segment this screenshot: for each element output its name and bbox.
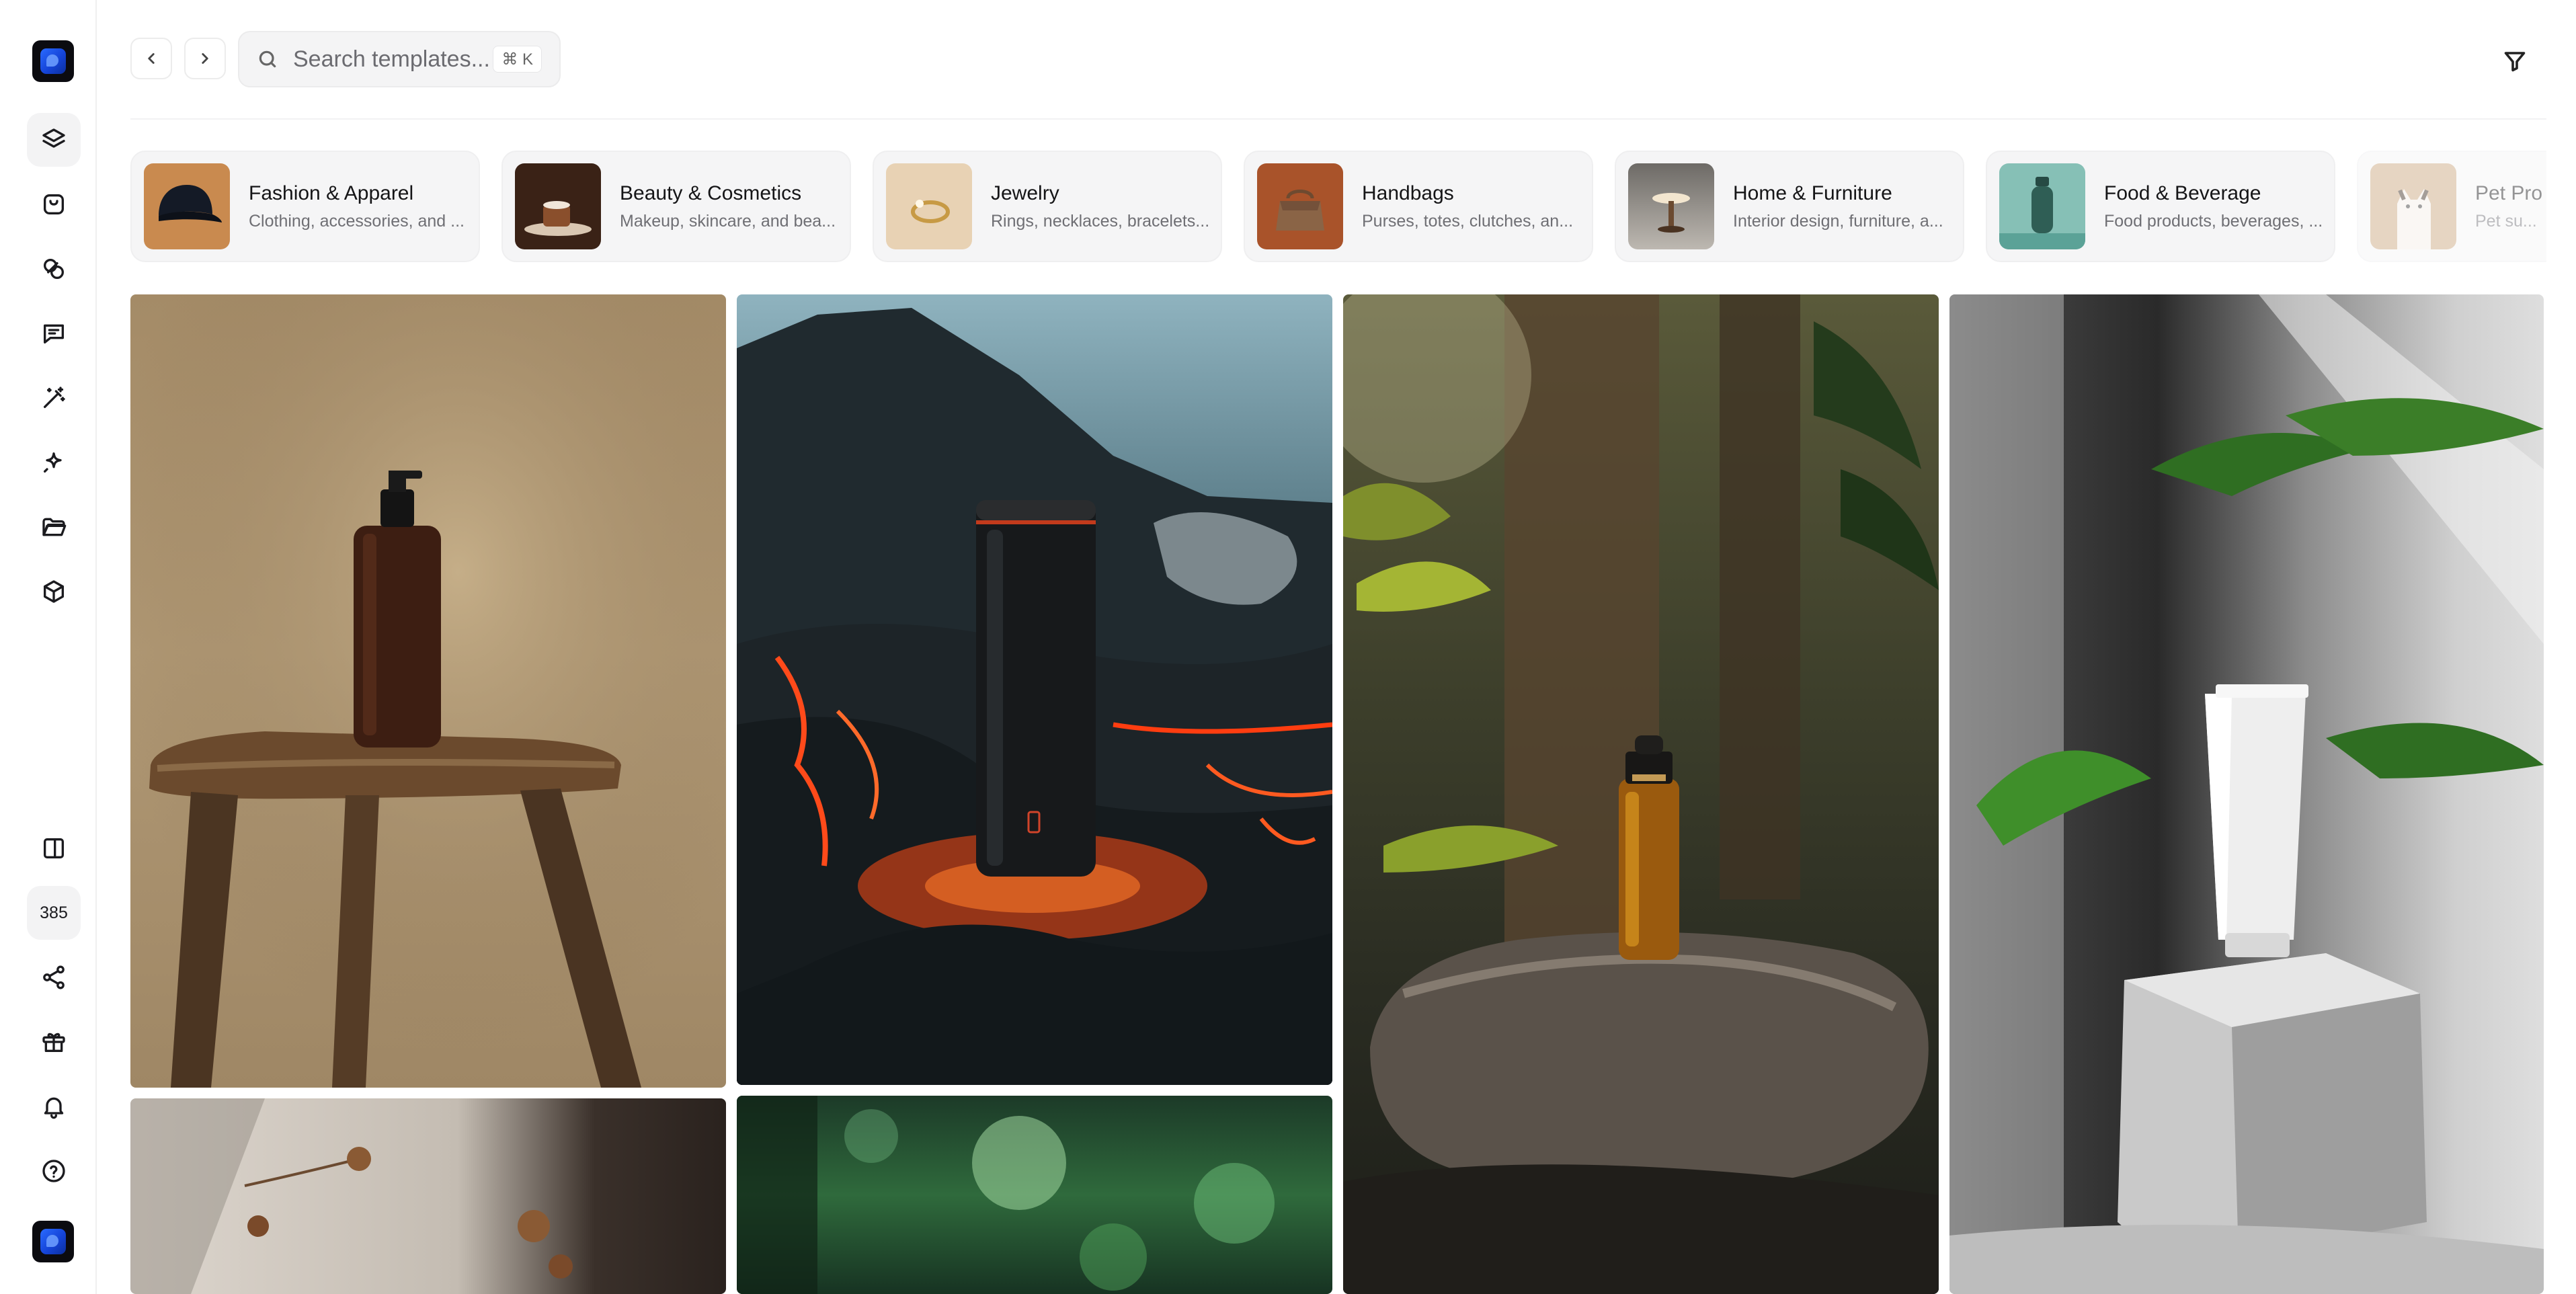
avatar-mark-icon: [40, 1229, 66, 1254]
box-icon: [44, 580, 65, 603]
category-thumbnail: [1999, 163, 2085, 249]
folder-icon: [42, 518, 67, 536]
cat-image: [2397, 189, 2431, 249]
handbag-image: [1276, 190, 1324, 231]
category-row: Fashion & Apparel Clothing, accessories, …: [130, 151, 2546, 262]
category-handbags[interactable]: Handbags Purses, totes, clutches, an...: [1244, 151, 1593, 262]
category-beauty-cosmetics[interactable]: Beauty & Cosmetics Makeup, skincare, and …: [501, 151, 851, 262]
bokeh-forest-artwork: [737, 1096, 1275, 1294]
back-button[interactable]: [130, 38, 172, 79]
panel-icon: [44, 838, 64, 858]
notifications-button[interactable]: [27, 1080, 81, 1133]
sidebar-item-ai[interactable]: [27, 436, 81, 489]
search-input[interactable]: [293, 46, 495, 73]
category-thumbnail: [2370, 163, 2456, 249]
profile-avatar[interactable]: [32, 1221, 74, 1262]
credits-badge[interactable]: 385: [27, 886, 81, 940]
category-subtitle: Food products, beverages, ...: [2104, 211, 2323, 231]
chevron-right-icon: [202, 53, 208, 64]
swatch-icon: [44, 259, 64, 279]
sidebar-item-swatches[interactable]: [27, 242, 81, 296]
jungle-bottle-artwork: [1343, 294, 1939, 1294]
template-card-dried-flowers[interactable]: [130, 1098, 726, 1294]
category-subtitle: Pet su...: [2475, 211, 2537, 231]
header-divider: [130, 118, 2546, 120]
lava-tumbler-artwork: [737, 308, 1332, 1085]
template-card-white-tube[interactable]: [1949, 294, 2544, 1294]
category-thumbnail: [144, 163, 230, 249]
category-thumbnail: [1257, 163, 1343, 249]
gift-button[interactable]: [27, 1015, 81, 1069]
gift-icon: [42, 1033, 65, 1052]
chevron-left-icon: [148, 53, 155, 64]
template-card-green-forest[interactable]: [737, 1096, 1332, 1294]
category-title: Fashion & Apparel: [249, 181, 414, 204]
category-subtitle: Purses, totes, clutches, an...: [1362, 211, 1574, 231]
category-title: Home & Furniture: [1733, 181, 1892, 204]
category-subtitle: Interior design, furniture, a...: [1733, 211, 1943, 231]
chat-icon: [44, 324, 65, 343]
search-bar[interactable]: ⌘ K: [238, 31, 561, 87]
category-food-beverage[interactable]: Food & Beverage Food products, beverages,…: [1986, 151, 2335, 262]
category-title: Food & Beverage: [2104, 181, 2261, 204]
bell-icon: [44, 1097, 64, 1119]
pump-bottle-artwork: [130, 294, 726, 1088]
stone-tube-artwork: [1949, 294, 2544, 1294]
sidebar-item-templates[interactable]: [27, 113, 81, 167]
category-title: Jewelry: [991, 181, 1059, 204]
dried-flowers-artwork: [130, 1098, 573, 1294]
sidebar-item-projects[interactable]: [27, 500, 81, 554]
help-icon: [42, 1160, 65, 1182]
share-icon: [43, 965, 65, 989]
sidebar-item-mockups[interactable]: [27, 177, 81, 231]
ring-image: [911, 200, 950, 223]
category-subtitle: Clothing, accessories, and ...: [249, 211, 465, 231]
cap-image: [159, 185, 222, 223]
template-card-lava-tumbler[interactable]: [737, 294, 1332, 1085]
category-home-furniture[interactable]: Home & Furniture Interior design, furnitu…: [1615, 151, 1964, 262]
sidebar: 385: [0, 0, 97, 1294]
category-pet-products[interactable]: Pet Pro Pet su...: [2357, 151, 2546, 262]
mockup-icon: [44, 194, 64, 214]
category-subtitle: Makeup, skincare, and bea...: [620, 211, 836, 231]
filter-button[interactable]: [2494, 40, 2536, 82]
template-card-dropper-bottle[interactable]: [1343, 294, 1939, 1294]
bottle-image: [1999, 177, 2085, 249]
app-logo[interactable]: [32, 40, 74, 82]
category-fashion-apparel[interactable]: Fashion & Apparel Clothing, accessories, …: [130, 151, 480, 262]
forward-button[interactable]: [184, 38, 226, 79]
share-button[interactable]: [27, 951, 81, 1004]
sparkle-icon: [44, 452, 62, 473]
sidebar-item-products[interactable]: [27, 565, 81, 618]
sidebar-item-magic[interactable]: [27, 371, 81, 425]
category-thumbnail: [1628, 163, 1714, 249]
logo-mark-icon: [40, 48, 66, 74]
category-thumbnail: [886, 163, 972, 249]
toggle-panel-button[interactable]: [27, 821, 81, 875]
category-title: Beauty & Cosmetics: [620, 181, 802, 204]
lamp-image: [1652, 193, 1690, 233]
help-button[interactable]: [27, 1144, 81, 1198]
cream-jar-image: [524, 201, 592, 236]
search-icon: [259, 50, 276, 68]
layers-icon: [42, 128, 65, 148]
template-card-pump-bottle[interactable]: [130, 294, 726, 1088]
category-title: Handbags: [1362, 181, 1454, 204]
category-title: Pet Pro: [2475, 181, 2543, 204]
sidebar-item-chat[interactable]: [27, 307, 81, 360]
search-shortcut: ⌘ K: [493, 46, 542, 73]
category-jewelry[interactable]: Jewelry Rings, necklaces, bracelets...: [873, 151, 1222, 262]
filter-icon: [2504, 52, 2526, 72]
category-thumbnail: [515, 163, 601, 249]
magic-wand-icon: [44, 387, 65, 408]
category-subtitle: Rings, necklaces, bracelets...: [991, 211, 1210, 231]
